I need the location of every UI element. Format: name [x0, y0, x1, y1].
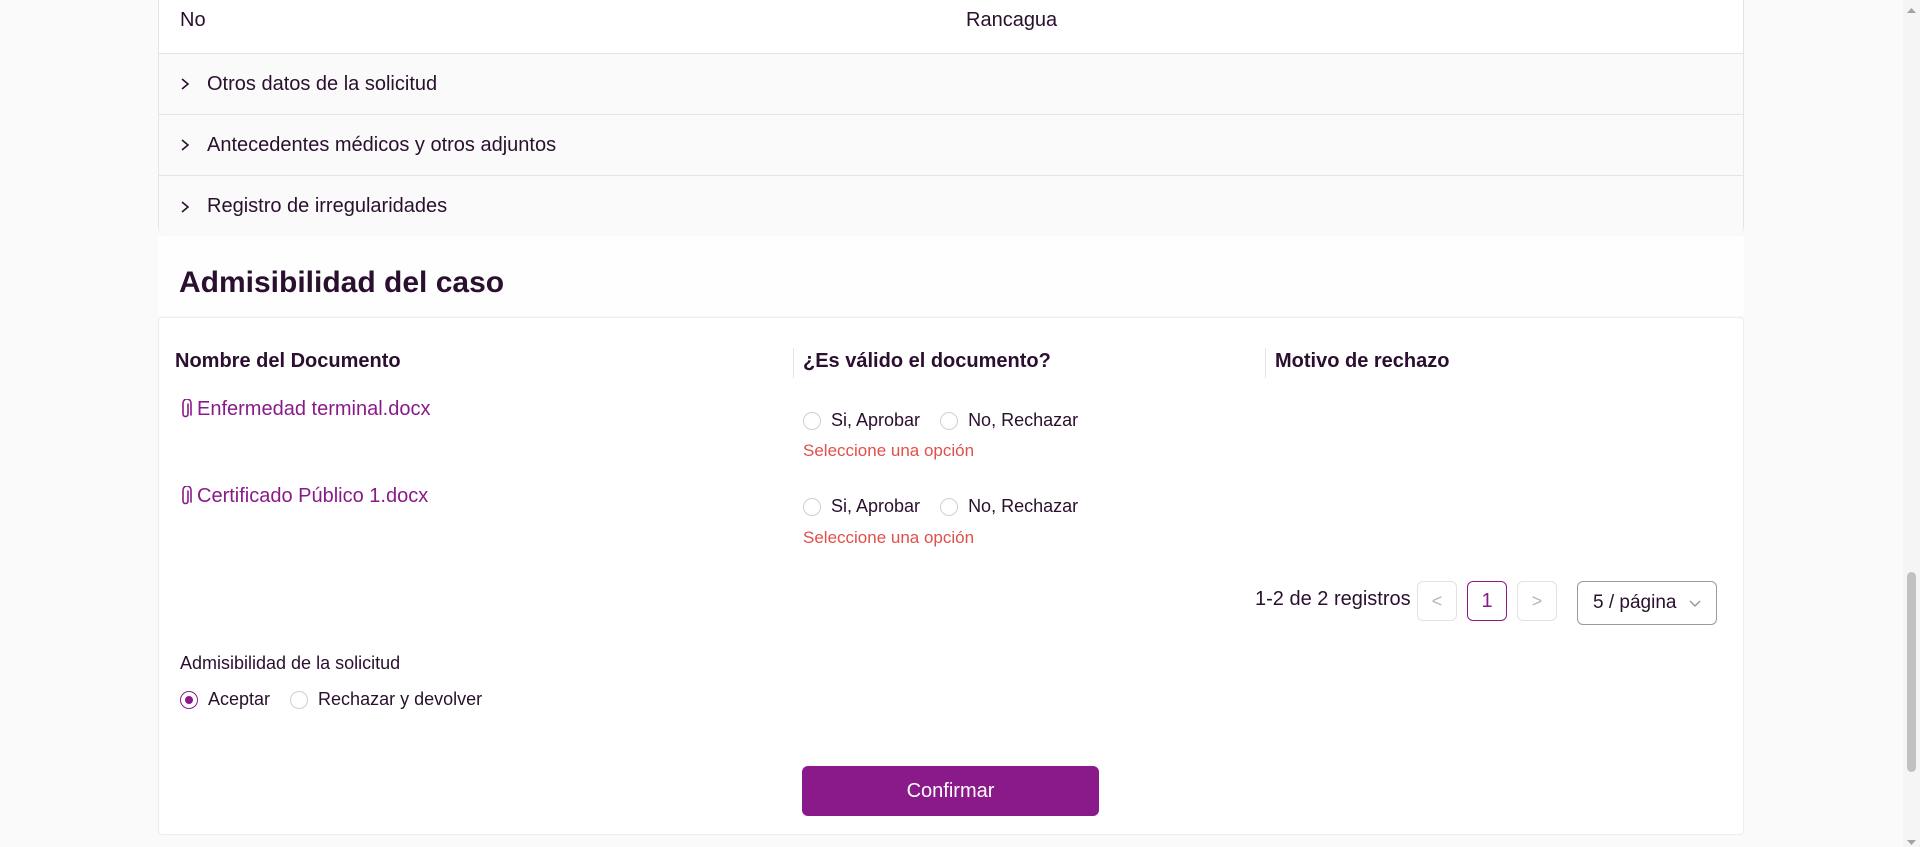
page-size-value: 5 / página — [1593, 592, 1677, 613]
scrollbar[interactable] — [1903, 0, 1920, 847]
accept-radio[interactable]: Aceptar — [180, 689, 270, 710]
admissibility-radio-group: Aceptar Rechazar y devolver — [180, 689, 502, 710]
detail-value-1: No — [180, 9, 206, 31]
document-name: Enfermedad terminal.docx — [197, 398, 431, 420]
admissibility-label: Admisibilidad de la solicitud — [180, 653, 401, 673]
column-header-reason: Motivo de rechazo — [1275, 350, 1450, 372]
accordion-antecedentes[interactable]: Antecedentes médicos y otros adjuntos — [159, 115, 1743, 176]
radio-circle — [290, 690, 309, 709]
page: No Rancagua Otros datos de la solicitud … — [0, 0, 1903, 847]
radio-label: Si, Aprobar — [831, 410, 921, 430]
chevron-right-icon: > — [1531, 590, 1543, 611]
radio-circle — [940, 411, 959, 430]
radio-circle — [803, 497, 821, 516]
radio-label: No, Rechazar — [968, 496, 1079, 516]
paperclip-icon — [179, 485, 193, 508]
reject-return-radio[interactable]: Rechazar y devolver — [290, 689, 482, 710]
section-header: Admisibilidad del caso — [158, 236, 1744, 316]
reject-radio[interactable]: No, Rechazar — [940, 410, 1078, 431]
radio-label: No, Rechazar — [968, 410, 1079, 430]
detail-value-2: Rancagua — [966, 9, 1058, 31]
chevron-left-icon: < — [1431, 590, 1443, 611]
page-title: Admisibilidad del caso — [179, 266, 505, 299]
validity-radio-group: Si, Aprobar No, Rechazar — [803, 496, 1098, 517]
pagination-total: 1-2 de 2 registros — [1255, 588, 1411, 610]
accordion-otros-datos[interactable]: Otros datos de la solicitud — [159, 54, 1743, 115]
column-divider — [1265, 348, 1266, 378]
details-card: No Rancagua Otros datos de la solicitud … — [158, 0, 1744, 237]
document-link[interactable]: Enfermedad terminal.docx — [179, 398, 430, 421]
page-1-button[interactable]: 1 — [1467, 581, 1507, 621]
page-size-select[interactable]: 5 / página — [1577, 581, 1717, 625]
radio-circle — [803, 411, 821, 430]
column-header-document: Nombre del Documento — [175, 350, 401, 372]
chevron-down-icon — [1688, 596, 1702, 610]
next-page-button[interactable]: > — [1517, 581, 1557, 621]
chevron-right-icon — [179, 200, 191, 213]
column-divider — [793, 348, 794, 378]
accordion-irregularidades[interactable]: Registro de irregularidades — [159, 176, 1743, 237]
approve-radio[interactable]: Si, Aprobar — [803, 496, 920, 517]
accordion-label: Otros datos de la solicitud — [207, 72, 438, 95]
confirm-button[interactable]: Confirmar — [802, 766, 1099, 816]
prev-page-button[interactable]: < — [1417, 581, 1457, 621]
scroll-up-arrow-icon[interactable] — [1907, 2, 1916, 13]
paperclip-icon — [179, 398, 193, 421]
page-number: 1 — [1481, 589, 1493, 612]
accordion-label: Antecedentes médicos y otros adjuntos — [207, 133, 557, 156]
radio-label: Rechazar y devolver — [318, 689, 483, 709]
radio-circle-selected — [180, 690, 198, 709]
radio-label: Aceptar — [208, 689, 271, 709]
column-header-valid: ¿Es válido el documento? — [803, 350, 1051, 372]
detail-row: No Rancagua — [159, 0, 1743, 54]
validity-radio-group: Si, Aprobar No, Rechazar — [803, 410, 1098, 431]
accordion-label: Registro de irregularidades — [207, 195, 448, 217]
admissibility-card: Nombre del Documento ¿Es válido el docum… — [158, 317, 1744, 835]
validation-error: Seleccione una opción — [803, 441, 975, 460]
scroll-down-arrow-icon[interactable] — [1907, 834, 1916, 845]
chevron-right-icon — [179, 139, 191, 151]
chevron-right-icon — [179, 78, 191, 90]
reject-radio[interactable]: No, Rechazar — [940, 496, 1078, 517]
document-name: Certificado Público 1.docx — [197, 485, 429, 507]
validation-error: Seleccione una opción — [803, 528, 975, 547]
scrollbar-thumb[interactable] — [1907, 572, 1916, 772]
radio-circle — [940, 497, 959, 516]
radio-label: Si, Aprobar — [831, 496, 921, 516]
document-link[interactable]: Certificado Público 1.docx — [179, 485, 428, 508]
approve-radio[interactable]: Si, Aprobar — [803, 410, 920, 431]
